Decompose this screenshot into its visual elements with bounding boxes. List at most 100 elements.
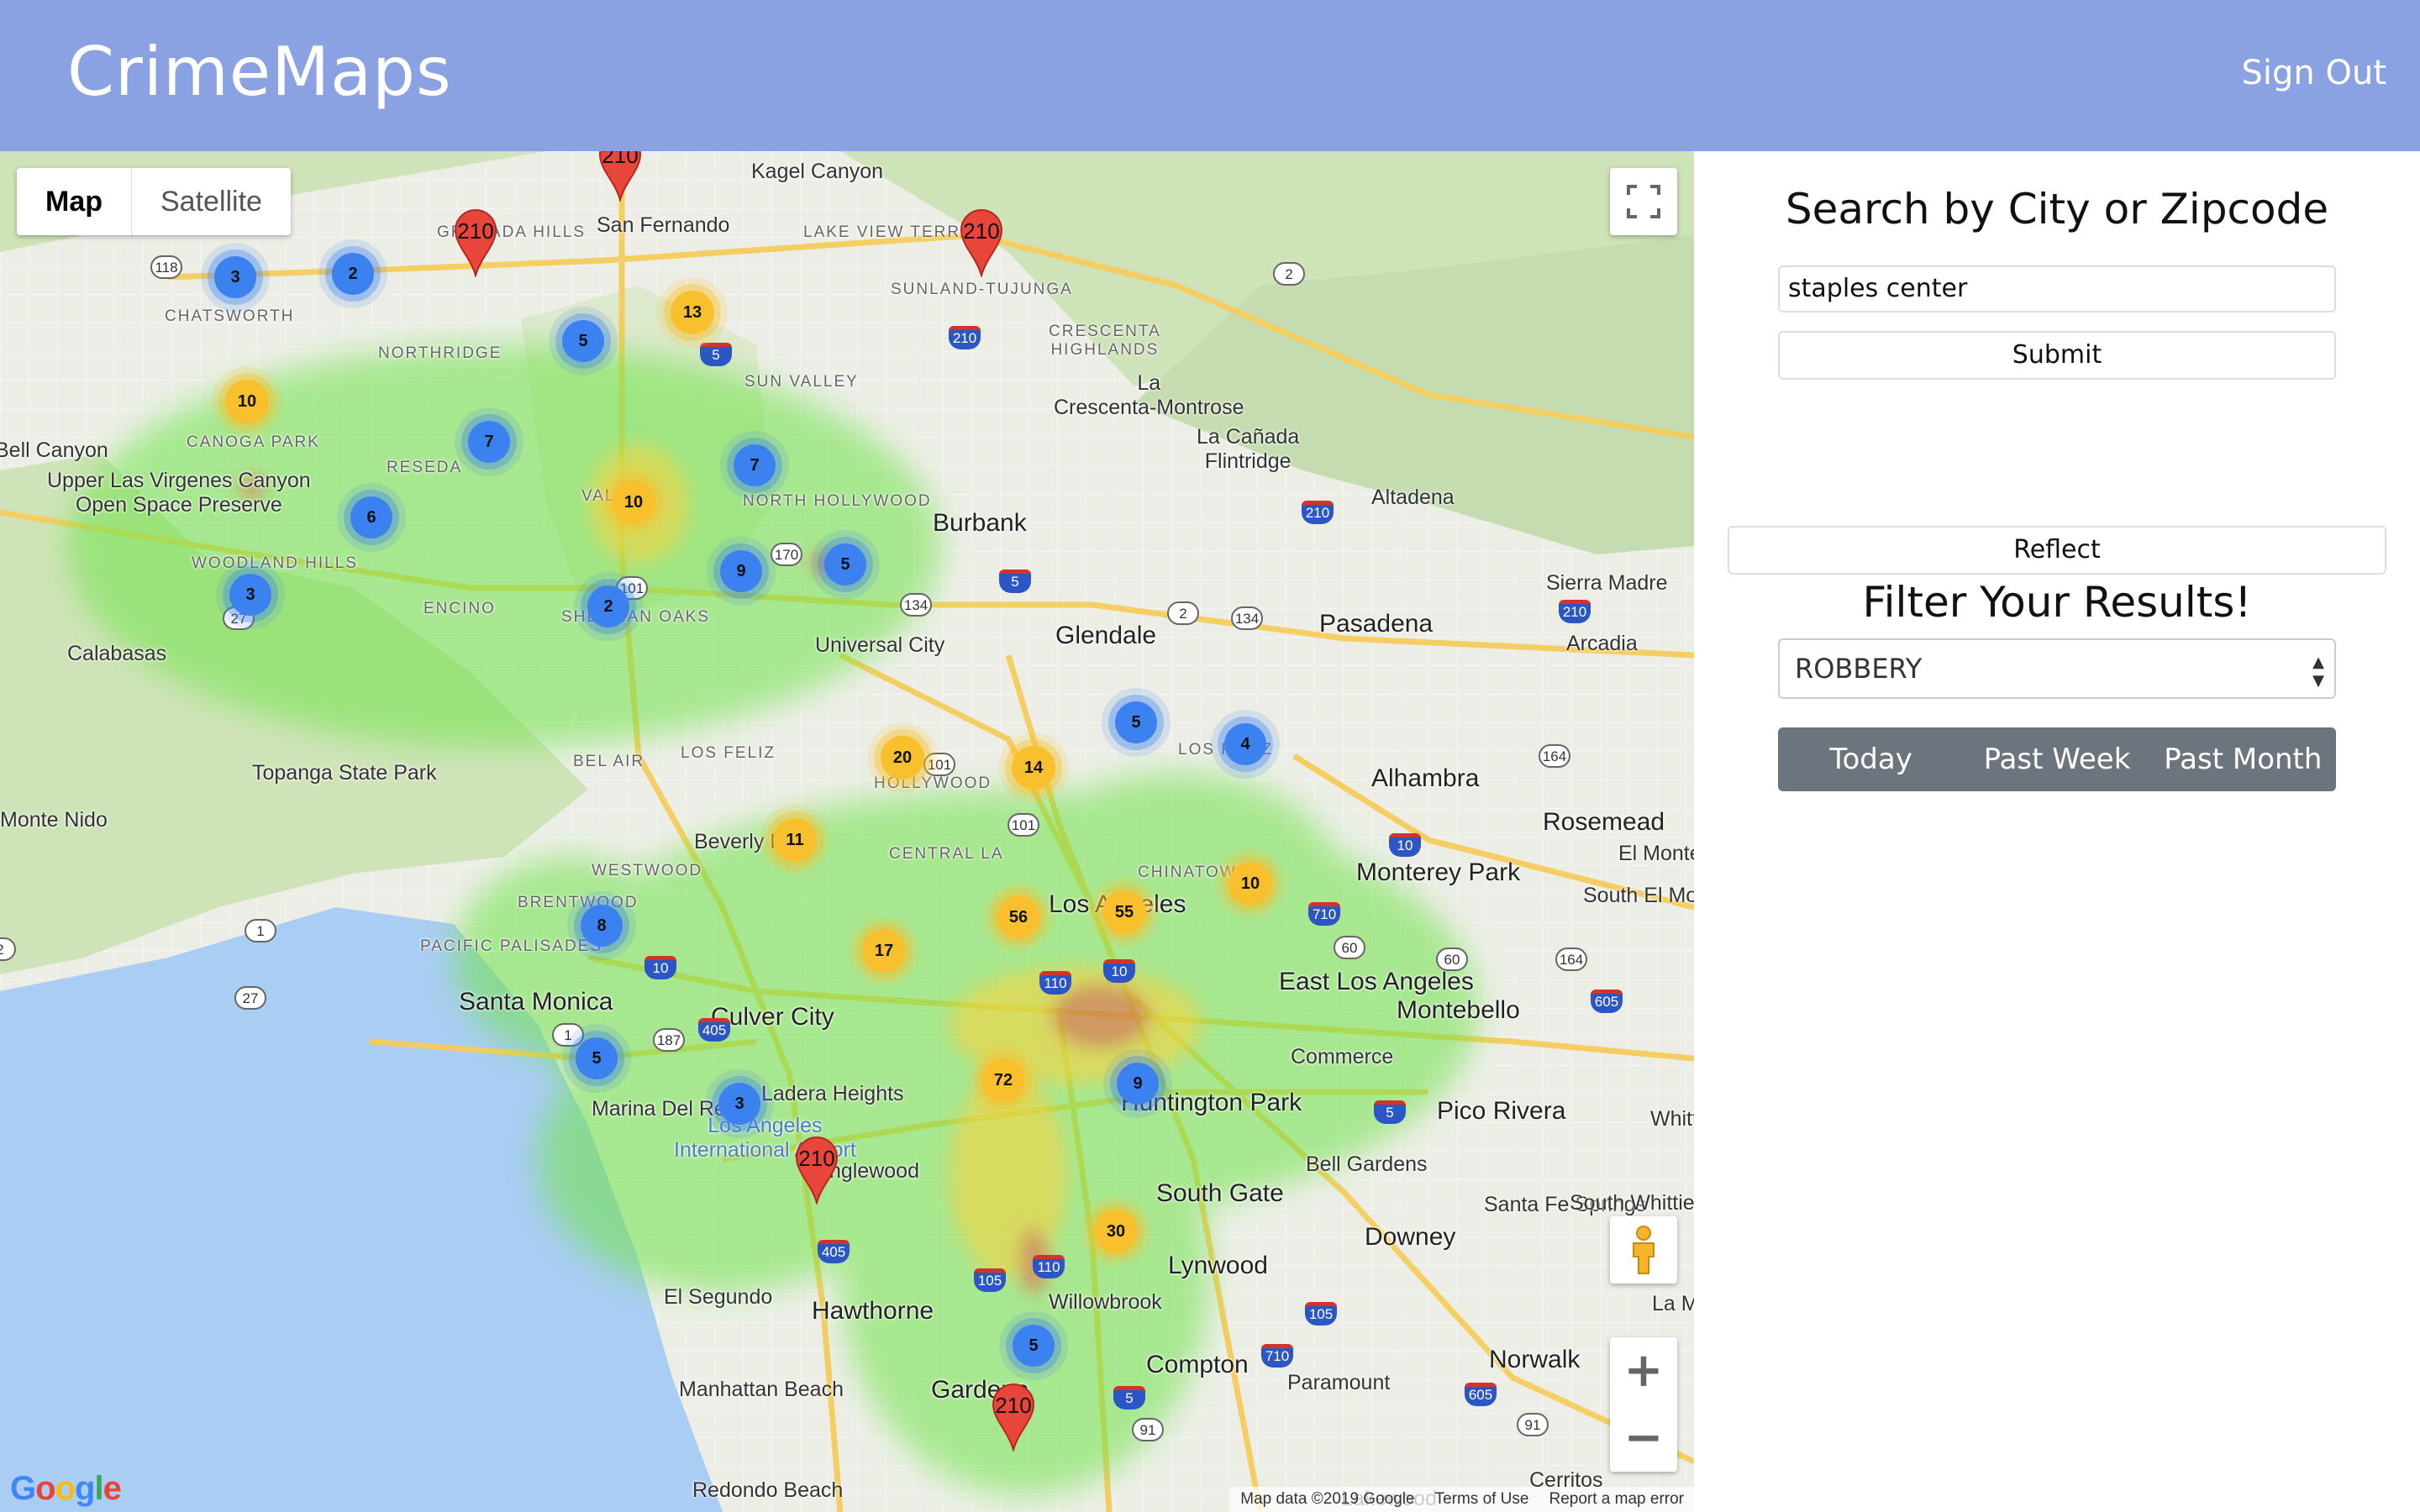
crime-cluster[interactable]: 4: [1224, 723, 1266, 765]
crime-cluster[interactable]: 11: [773, 818, 817, 862]
state-route-shield: 101: [923, 753, 955, 776]
map-marker-pin[interactable]: 210: [795, 1136, 839, 1205]
crime-cluster[interactable]: 72: [981, 1058, 1025, 1102]
place-label: WESTWOOD: [592, 862, 703, 879]
crime-cluster[interactable]: 7: [734, 444, 776, 486]
crime-cluster[interactable]: 13: [671, 291, 714, 334]
crime-cluster[interactable]: 6: [350, 496, 392, 538]
place-label: SUNLAND-TUJUNGA: [891, 281, 1073, 298]
place-label: Alhambra: [1371, 764, 1480, 792]
map-type-satellite-button[interactable]: Satellite: [132, 168, 291, 235]
crime-cluster[interactable]: 9: [1117, 1063, 1159, 1105]
fullscreen-button[interactable]: [1610, 168, 1677, 235]
crime-cluster[interactable]: 56: [997, 895, 1040, 939]
google-logo[interactable]: Google: [10, 1470, 122, 1508]
place-label: NORTHRIDGE: [378, 344, 502, 362]
map-pin-label: 210: [798, 1146, 835, 1171]
interstate-shield: 105: [974, 1268, 1006, 1292]
crime-cluster[interactable]: 20: [881, 736, 924, 780]
place-label: LOS FELIZ: [681, 744, 776, 762]
interstate-shield: 5: [1113, 1386, 1145, 1410]
place-label: South El Monte: [1583, 884, 1694, 907]
state-route-shield: 164: [1539, 744, 1570, 768]
state-route-shield: 187: [653, 1028, 685, 1052]
place-label: Kagel Canyon: [751, 160, 884, 183]
place-label: Santa Monica: [459, 988, 613, 1016]
past-week-button[interactable]: Past Week: [1964, 727, 2149, 791]
terms-of-use-link[interactable]: Terms of Use: [1435, 1487, 1529, 1512]
interstate-shield: 210: [1559, 600, 1591, 623]
crime-cluster[interactable]: 8: [581, 905, 623, 947]
app-title[interactable]: CrimeMaps: [67, 30, 452, 114]
place-label: HOLLYWOOD: [874, 774, 992, 792]
submit-button[interactable]: Submit: [1778, 331, 2336, 380]
crime-map[interactable]: Map Satellite + − Google Map data ©2019 …: [0, 151, 1694, 1512]
place-label: SUN VALLEY: [744, 373, 859, 391]
place-label: Topanga State Park: [252, 761, 437, 785]
crime-cluster[interactable]: 10: [225, 380, 269, 423]
crime-cluster[interactable]: 5: [576, 1037, 618, 1079]
place-label: NORTH HOLLYWOOD: [743, 492, 932, 510]
interstate-shield: 10: [644, 956, 676, 979]
place-label: Norwalk: [1489, 1346, 1581, 1373]
street-view-pegman[interactable]: [1610, 1216, 1677, 1284]
state-route-shield: 1: [552, 1023, 584, 1047]
today-button[interactable]: Today: [1778, 727, 1964, 791]
place-label: Calabasas: [67, 642, 167, 665]
map-type-control: Map Satellite: [17, 168, 291, 235]
zoom-in-button[interactable]: +: [1610, 1337, 1677, 1404]
crime-cluster[interactable]: 17: [862, 929, 906, 973]
crime-cluster[interactable]: 55: [1102, 890, 1146, 934]
search-panel: Search by City or Zipcode staples center…: [1694, 151, 2420, 1512]
past-month-button[interactable]: Past Month: [2150, 727, 2336, 791]
crime-cluster[interactable]: 2: [587, 585, 629, 627]
interstate-shield: 5: [1374, 1100, 1406, 1124]
crime-cluster[interactable]: 14: [1012, 746, 1055, 790]
place-label: Sierra Madre: [1546, 571, 1668, 595]
interstate-shield: 5: [700, 343, 732, 366]
crime-cluster[interactable]: 5: [1013, 1325, 1055, 1367]
report-map-error-link[interactable]: Report a map error: [1549, 1487, 1684, 1512]
map-marker-pin[interactable]: 210: [598, 151, 642, 202]
map-data-attribution: Map data ©2019 Google: [1240, 1490, 1415, 1508]
interstate-shield: 405: [818, 1240, 850, 1263]
crime-cluster[interactable]: 5: [562, 320, 604, 362]
place-label: CENTRAL LA: [889, 845, 1004, 863]
place-label: Paramount: [1287, 1371, 1391, 1394]
map-marker-pin[interactable]: 210: [992, 1383, 1035, 1452]
crime-cluster[interactable]: 3: [718, 1083, 760, 1125]
crime-type-select[interactable]: ROBBERY ▲ ▼: [1778, 638, 2336, 699]
interstate-shield: 105: [1305, 1302, 1337, 1326]
crime-cluster[interactable]: 9: [720, 550, 762, 592]
place-label: WOODLAND HILLS: [192, 554, 358, 572]
place-label: Pasadena: [1319, 610, 1434, 638]
map-type-map-button[interactable]: Map: [17, 168, 132, 235]
state-route-shield: 91: [1132, 1418, 1164, 1441]
reflect-button[interactable]: Reflect: [1728, 526, 2386, 575]
crime-cluster[interactable]: 3: [214, 256, 256, 298]
map-marker-pin[interactable]: 210: [960, 208, 1003, 277]
crime-cluster[interactable]: 3: [229, 574, 271, 616]
place-label: Burbank: [933, 509, 1027, 537]
crime-cluster[interactable]: 5: [1115, 701, 1157, 743]
crime-cluster[interactable]: 7: [468, 421, 510, 463]
map-marker-pin[interactable]: 210: [454, 208, 497, 277]
map-pin-label: 210: [457, 218, 494, 244]
crime-cluster[interactable]: 10: [612, 480, 655, 524]
place-label: East Los Angeles: [1279, 968, 1474, 995]
search-input[interactable]: staples center: [1778, 265, 2336, 312]
crime-cluster[interactable]: 2: [332, 253, 374, 295]
crime-cluster[interactable]: 10: [1228, 862, 1272, 906]
filter-title: Filter Your Results!: [1862, 578, 2252, 627]
place-label: BRENTWOOD: [518, 894, 639, 911]
state-route-shield: 1: [245, 919, 276, 942]
map-pin-label: 210: [602, 151, 639, 168]
place-label: South Gate: [1156, 1179, 1284, 1207]
interstate-shield: 405: [698, 1018, 730, 1042]
sign-out-link[interactable]: Sign Out: [2242, 52, 2386, 94]
crime-cluster[interactable]: 30: [1094, 1210, 1138, 1253]
zoom-out-button[interactable]: −: [1610, 1404, 1677, 1472]
crime-cluster[interactable]: 5: [824, 543, 866, 585]
place-label: Downey: [1365, 1223, 1456, 1251]
place-label: Upper Las Virgenes Canyon Open Space Pres…: [47, 469, 311, 517]
